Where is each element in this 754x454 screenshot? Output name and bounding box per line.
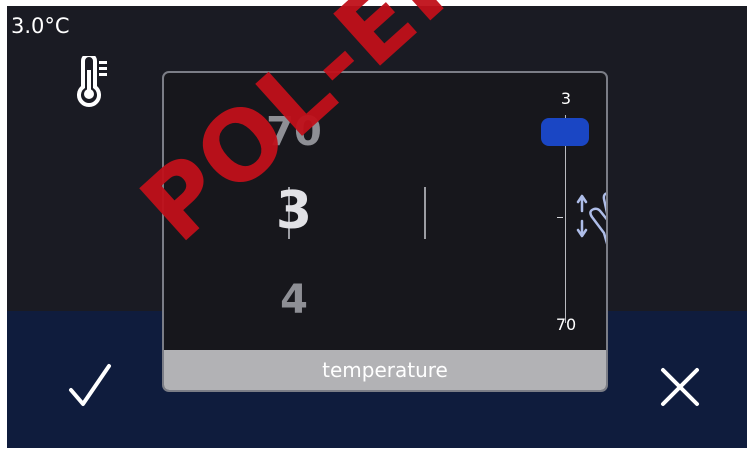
scroll-scale-thumb[interactable]: [541, 118, 589, 146]
scroll-scale-track[interactable]: [565, 115, 566, 323]
picker-value-next[interactable]: 4: [164, 277, 424, 323]
dialog-parameter-label: temperature: [164, 350, 606, 390]
checkmark-icon: [69, 364, 111, 406]
picker-value-current[interactable]: 3: [164, 181, 424, 241]
current-temperature-readout: 3.0°C: [11, 14, 70, 38]
value-picker-dialog: 70 3 4 3 70 temperature: [162, 71, 608, 392]
touch-screen: 3.0°C 70 3 4 3 70 temperature: [7, 6, 747, 448]
thermometer-icon: [77, 56, 107, 107]
scale-bottom-label: 70: [555, 315, 577, 334]
close-icon: [661, 368, 699, 406]
selection-marker-right: [424, 187, 426, 239]
hand-pointer-icon: [576, 192, 606, 245]
scale-center-tick: [557, 217, 563, 218]
cancel-button[interactable]: [653, 360, 707, 414]
picker-value-previous[interactable]: 70: [164, 109, 424, 155]
confirm-button[interactable]: [63, 360, 117, 414]
device-frame: 3.0°C 70 3 4 3 70 temperature POL-EKO: [0, 0, 754, 454]
scale-top-label: 3: [560, 89, 572, 108]
